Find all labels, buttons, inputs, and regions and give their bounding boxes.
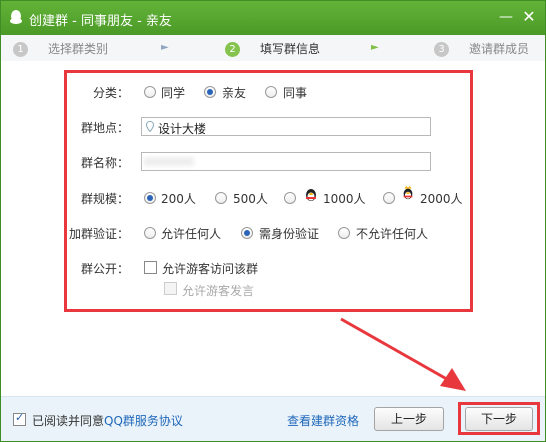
visitor-post-checkbox (164, 282, 177, 295)
visitor-access-checkbox[interactable] (144, 261, 157, 274)
agree-checkbox[interactable] (13, 411, 26, 426)
highlight-next-frame (458, 402, 540, 435)
category-radio-colleague[interactable] (265, 86, 277, 98)
visitor-post-label: 允许游客发言 (182, 284, 255, 298)
category-radio-classmate[interactable] (144, 86, 156, 98)
location-label: 群地点： (80, 121, 129, 135)
step-3-number: 3 (434, 42, 449, 57)
verify-radio-identity[interactable] (241, 227, 253, 239)
size-radio-1000[interactable] (284, 192, 296, 204)
name-label: 群名称： (80, 156, 129, 170)
size-option-500[interactable]: 500人 (233, 190, 268, 207)
step-1-number: 1 (13, 42, 28, 57)
step-2-number: 2 (225, 42, 240, 57)
qq-member-penguin-icon (306, 189, 316, 201)
category-radio-family[interactable] (204, 86, 216, 98)
step-1: 1 选择群类别 (13, 40, 109, 57)
verify-radio-nobody[interactable] (338, 227, 350, 239)
create-group-window: 创建群 - 同事朋友 - 亲友 — ✕ 1 选择群类别 ► 2 填写群信息 ► 3 邀… (0, 0, 546, 442)
minimize-button[interactable]: — (497, 8, 515, 26)
size-radio-500[interactable] (215, 192, 227, 204)
close-button[interactable]: ✕ (520, 8, 538, 26)
verify-label: 加群验证： (68, 227, 129, 241)
verify-option-nobody[interactable]: 不允许任何人 (356, 225, 428, 242)
category-option-classmate[interactable]: 同学 (161, 84, 185, 101)
location-pin-icon (146, 121, 154, 132)
category-label: 分类： (92, 86, 129, 100)
verify-option-anyone[interactable]: 允许任何人 (161, 225, 221, 242)
location-input[interactable]: 设计大楼 (141, 117, 431, 136)
location-value: 设计大楼 (158, 122, 207, 136)
group-name-input[interactable] (141, 152, 431, 171)
verify-radio-anyone[interactable] (144, 227, 156, 239)
size-option-2000[interactable]: 2000人 (420, 190, 463, 207)
agree-text: 已阅读并同意 (32, 414, 105, 428)
step-2: 2 填写群信息 (225, 40, 321, 57)
step-3-label: 邀请群成员 (469, 42, 530, 56)
size-radio-200[interactable] (144, 192, 156, 204)
qq-penguin-icon (10, 10, 22, 24)
verify-option-identity[interactable]: 需身份验证 (259, 225, 319, 242)
blurred-name-text (144, 157, 194, 166)
size-radio-2000[interactable] (383, 192, 395, 204)
view-qualification-link[interactable]: 查看建群资格 (287, 412, 359, 429)
step-3: 3 邀请群成员 (434, 40, 530, 57)
category-option-family[interactable]: 亲友 (222, 84, 246, 101)
size-option-200[interactable]: 200人 (161, 190, 196, 207)
step-indicator: 1 选择群类别 ► 2 填写群信息 ► 3 邀请群成员 (1, 35, 545, 61)
size-option-1000[interactable]: 1000人 (323, 190, 366, 207)
step-arrow-icon: ► (161, 42, 169, 53)
public-label: 群公开： (80, 262, 129, 276)
window-title: 创建群 - 同事朋友 - 亲友 (29, 14, 172, 29)
step-1-label: 选择群类别 (48, 42, 109, 56)
step-arrow-icon: ► (371, 42, 379, 53)
visitor-access-label[interactable]: 允许游客访问该群 (162, 260, 258, 277)
service-agreement-link[interactable]: QQ群服务协议 (104, 412, 183, 429)
qq-vip-penguin-icon (403, 186, 413, 200)
category-option-colleague[interactable]: 同事 (283, 84, 307, 101)
step-2-label: 填写群信息 (260, 42, 321, 56)
previous-step-button[interactable]: 上一步 (374, 407, 444, 431)
size-label: 群规模： (80, 192, 129, 206)
title-bar: 创建群 - 同事朋友 - 亲友 — ✕ (1, 1, 545, 35)
